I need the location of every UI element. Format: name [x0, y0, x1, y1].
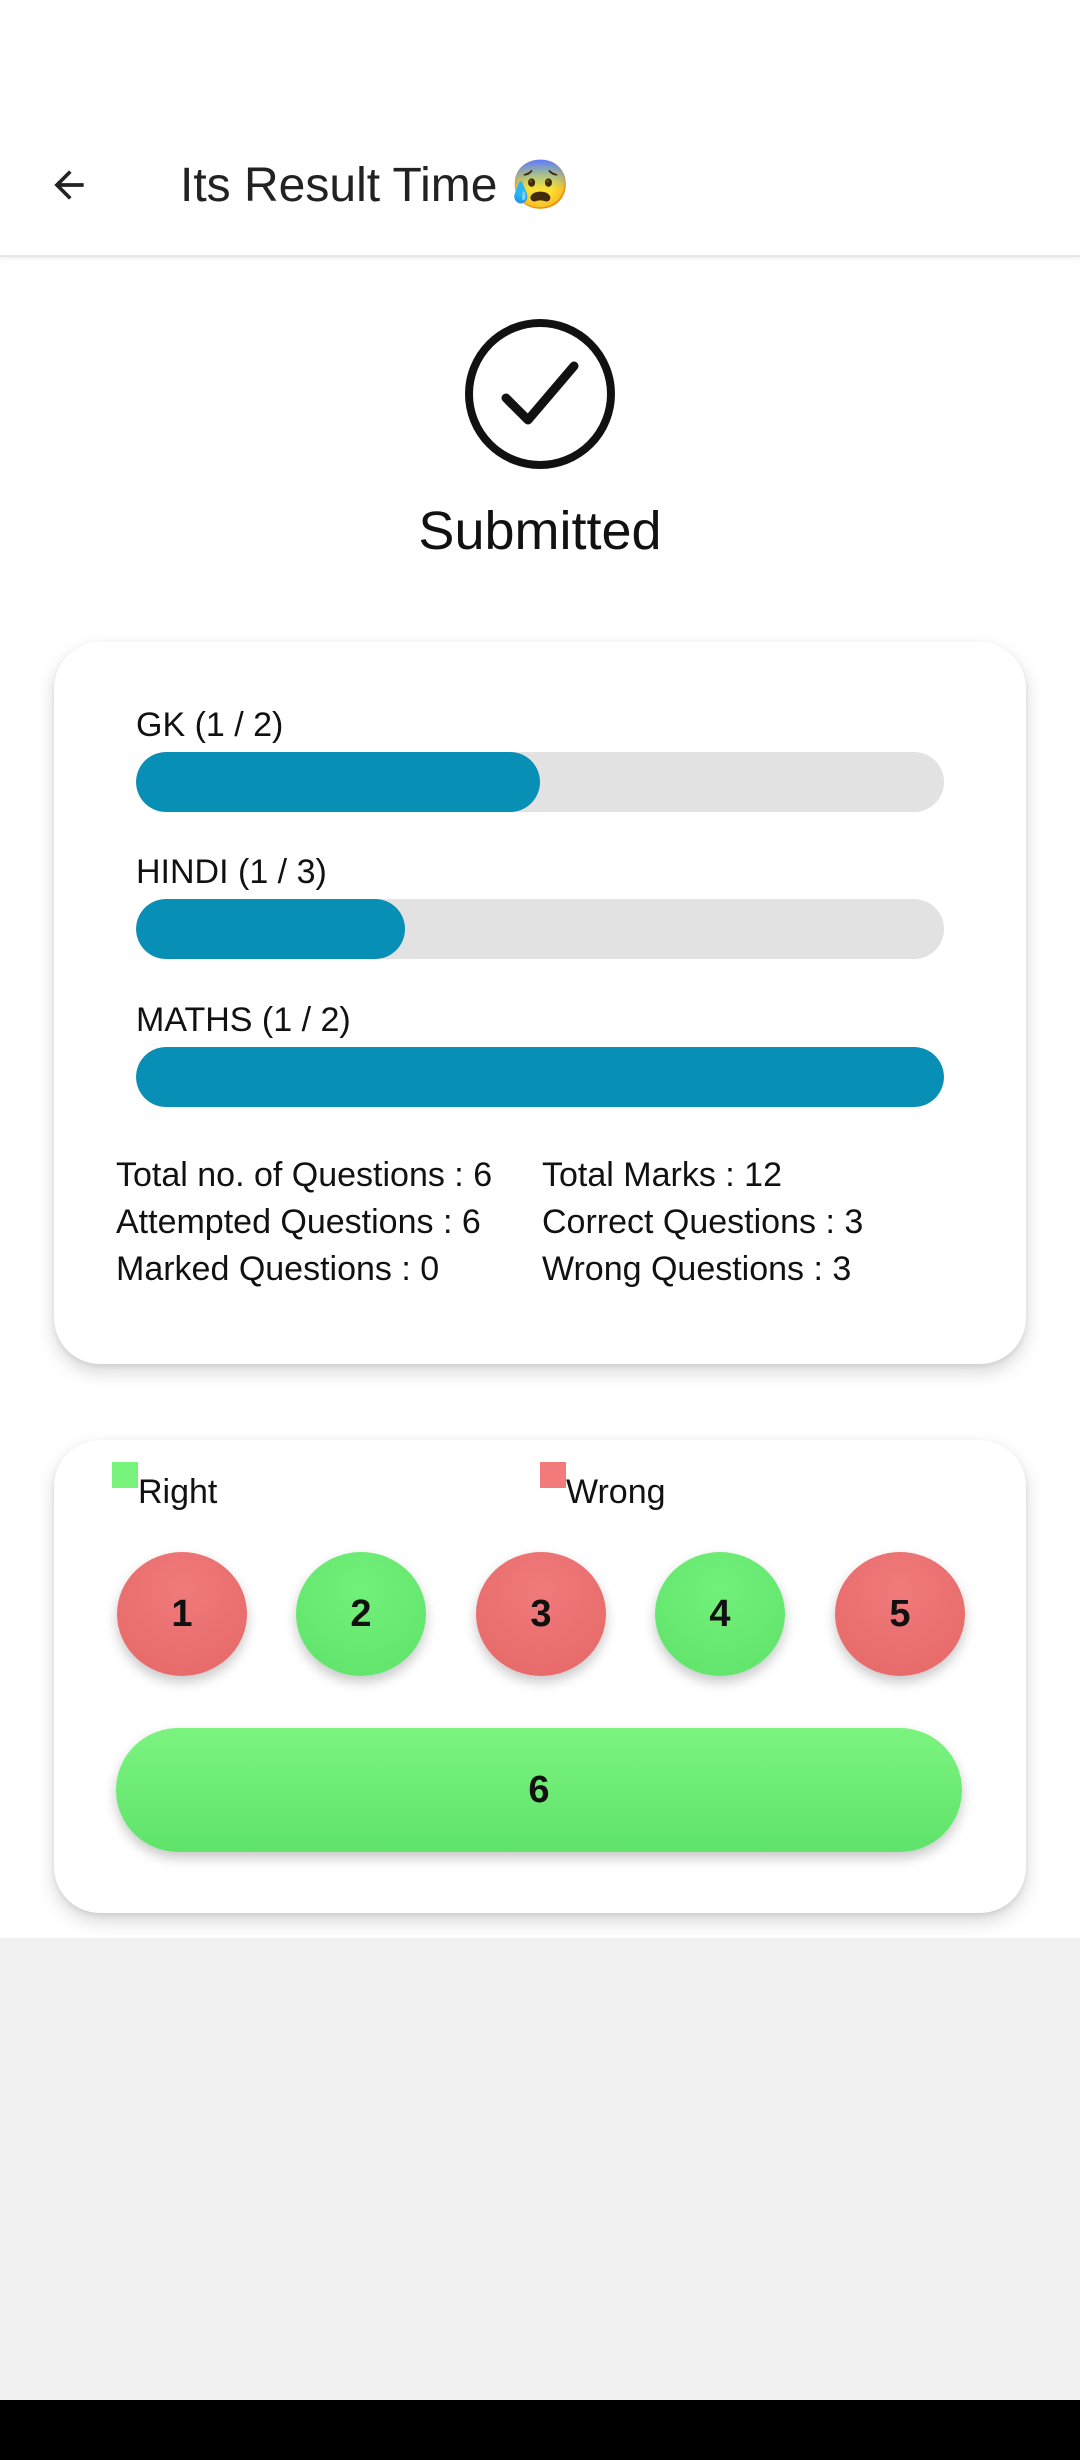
legend-label-right: Right: [138, 1473, 218, 1511]
stat-wrong: Wrong Questions : 3: [542, 1250, 852, 1288]
legend-label-wrong: Wrong: [566, 1473, 666, 1511]
question-number: 3: [530, 1592, 552, 1635]
progress-fill: [136, 1047, 944, 1107]
stat-total-questions: Total no. of Questions : 6: [116, 1156, 493, 1194]
question-number: 5: [889, 1592, 911, 1635]
legend-swatch-right: [112, 1462, 138, 1488]
check-circle-icon: [465, 319, 615, 469]
stat-attempted: Attempted Questions : 6: [116, 1203, 481, 1241]
question-button-1[interactable]: 1: [117, 1552, 247, 1676]
subject-label: GK (1 / 2): [136, 706, 284, 744]
system-navigation-bar: [0, 2400, 1080, 2460]
screen: Its Result Time 😰 Submitted GK (1 / 2) H…: [0, 0, 1080, 1938]
question-button-6[interactable]: 6: [116, 1728, 962, 1852]
question-number: 4: [709, 1592, 731, 1635]
subject-gk: GK (1 / 2): [136, 702, 944, 812]
score-card: GK (1 / 2) HINDI (1 / 3) MATHS (1 / 2) T…: [54, 642, 1026, 1364]
question-button-2[interactable]: 2: [296, 1552, 426, 1676]
question-button-5[interactable]: 5: [835, 1552, 965, 1676]
stat-marked: Marked Questions : 0: [116, 1250, 440, 1288]
subject-hindi: HINDI (1 / 3): [136, 849, 944, 959]
question-number: 1: [171, 1592, 193, 1635]
submitted-heading: Submitted: [418, 501, 662, 561]
progress-fill: [136, 752, 540, 812]
progress-track: [136, 1047, 944, 1107]
stat-total-marks: Total Marks : 12: [542, 1156, 782, 1194]
app-bar: Its Result Time 😰: [0, 110, 1080, 257]
question-number: 2: [350, 1592, 372, 1635]
subject-label: MATHS (1 / 2): [136, 1001, 351, 1039]
question-button-3[interactable]: 3: [476, 1552, 606, 1676]
arrow-left-icon: [54, 170, 84, 200]
stat-correct: Correct Questions : 3: [542, 1203, 864, 1241]
back-button[interactable]: [30, 146, 108, 224]
progress-track: [136, 752, 944, 812]
question-number: 6: [528, 1768, 550, 1811]
page-title: Its Result Time 😰: [180, 159, 571, 212]
status-bar: [0, 0, 1080, 110]
question-button-4[interactable]: 4: [655, 1552, 785, 1676]
stats-grid: Total no. of Questions : 6 Total Marks :…: [116, 1152, 996, 1293]
answers-card: Right Wrong 1 2 3 4 5 6: [54, 1440, 1026, 1913]
progress-track: [136, 899, 944, 959]
subject-label: HINDI (1 / 3): [136, 853, 327, 891]
legend-swatch-wrong: [540, 1462, 566, 1488]
subject-maths: MATHS (1 / 2): [136, 997, 944, 1107]
progress-fill: [136, 899, 406, 959]
